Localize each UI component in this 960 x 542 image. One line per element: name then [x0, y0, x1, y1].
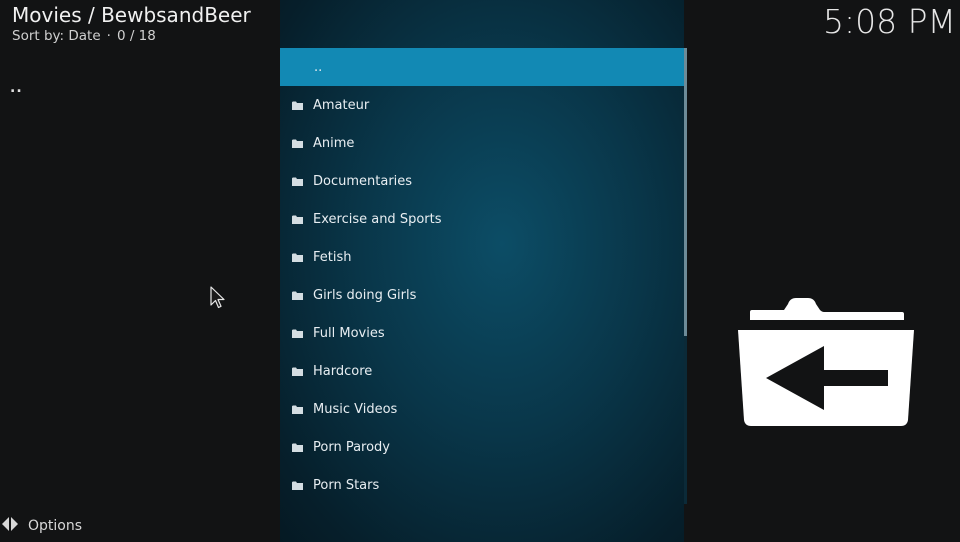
- list-item-label: Porn Parody: [313, 439, 390, 455]
- list-item-label: Fetish: [313, 249, 352, 265]
- file-list-panel: .. Amateur Anime Documentaries Exercise …: [280, 0, 684, 542]
- list-item-label: ..: [314, 59, 323, 75]
- list-item[interactable]: Fetish: [280, 238, 684, 276]
- parent-directory-shortcut[interactable]: ..: [10, 80, 23, 96]
- list-item-label: Full Movies: [313, 325, 385, 341]
- list-item-label: Exercise and Sports: [313, 211, 442, 227]
- list-item-label: Girls doing Girls: [313, 287, 417, 303]
- item-position: 0 / 18: [116, 28, 156, 44]
- clock: 5:08 PM: [823, 2, 956, 41]
- folder-icon: [292, 253, 303, 262]
- list-item-parent[interactable]: ..: [280, 48, 684, 86]
- folder-icon: [292, 443, 303, 452]
- list-item-label: Documentaries: [313, 173, 413, 189]
- sort-label: Sort by: Date: [12, 28, 101, 44]
- list-item[interactable]: Amateur: [280, 86, 684, 124]
- folder-back-icon: [736, 294, 916, 432]
- file-list: .. Amateur Anime Documentaries Exercise …: [280, 48, 684, 504]
- header: Movies / BewbsandBeer Sort by: Date · 0 / …: [12, 2, 251, 44]
- folder-icon: [292, 405, 303, 414]
- list-item-label: Amateur: [313, 97, 370, 113]
- folder-icon: [292, 101, 303, 110]
- list-item[interactable]: Exercise and Sports: [280, 200, 684, 238]
- options-arrows-icon: [2, 516, 18, 536]
- list-item[interactable]: Full Movies: [280, 314, 684, 352]
- folder-icon: [292, 481, 303, 490]
- list-item-label: Anime: [313, 135, 355, 151]
- list-item[interactable]: Girls doing Girls: [280, 276, 684, 314]
- kodi-window: Movies / BewbsandBeer Sort by: Date · 0 / …: [0, 0, 960, 542]
- separator: ·: [106, 28, 111, 44]
- list-item-label: Hardcore: [313, 363, 373, 379]
- folder-icon: [292, 177, 303, 186]
- list-item-label: Music Videos: [313, 401, 398, 417]
- page-title: Movies / BewbsandBeer: [12, 3, 251, 27]
- list-item[interactable]: Porn Parody: [280, 428, 684, 466]
- folder-icon: [292, 367, 303, 376]
- sort-info: Sort by: Date · 0 / 18: [12, 28, 251, 44]
- list-item[interactable]: Anime: [280, 124, 684, 162]
- list-item[interactable]: Documentaries: [280, 162, 684, 200]
- list-item[interactable]: Hardcore: [280, 352, 684, 390]
- mouse-cursor-icon: [210, 286, 226, 314]
- list-item[interactable]: Music Videos: [280, 390, 684, 428]
- folder-icon: [292, 215, 303, 224]
- folder-icon: [292, 291, 303, 300]
- options-button[interactable]: Options: [2, 516, 82, 536]
- options-label: Options: [28, 518, 83, 534]
- list-item-label: Porn Stars: [313, 477, 380, 493]
- folder-icon: [292, 139, 303, 148]
- list-item[interactable]: Porn Stars: [280, 466, 684, 504]
- scrollbar-thumb[interactable]: [684, 48, 687, 336]
- folder-icon: [292, 329, 303, 338]
